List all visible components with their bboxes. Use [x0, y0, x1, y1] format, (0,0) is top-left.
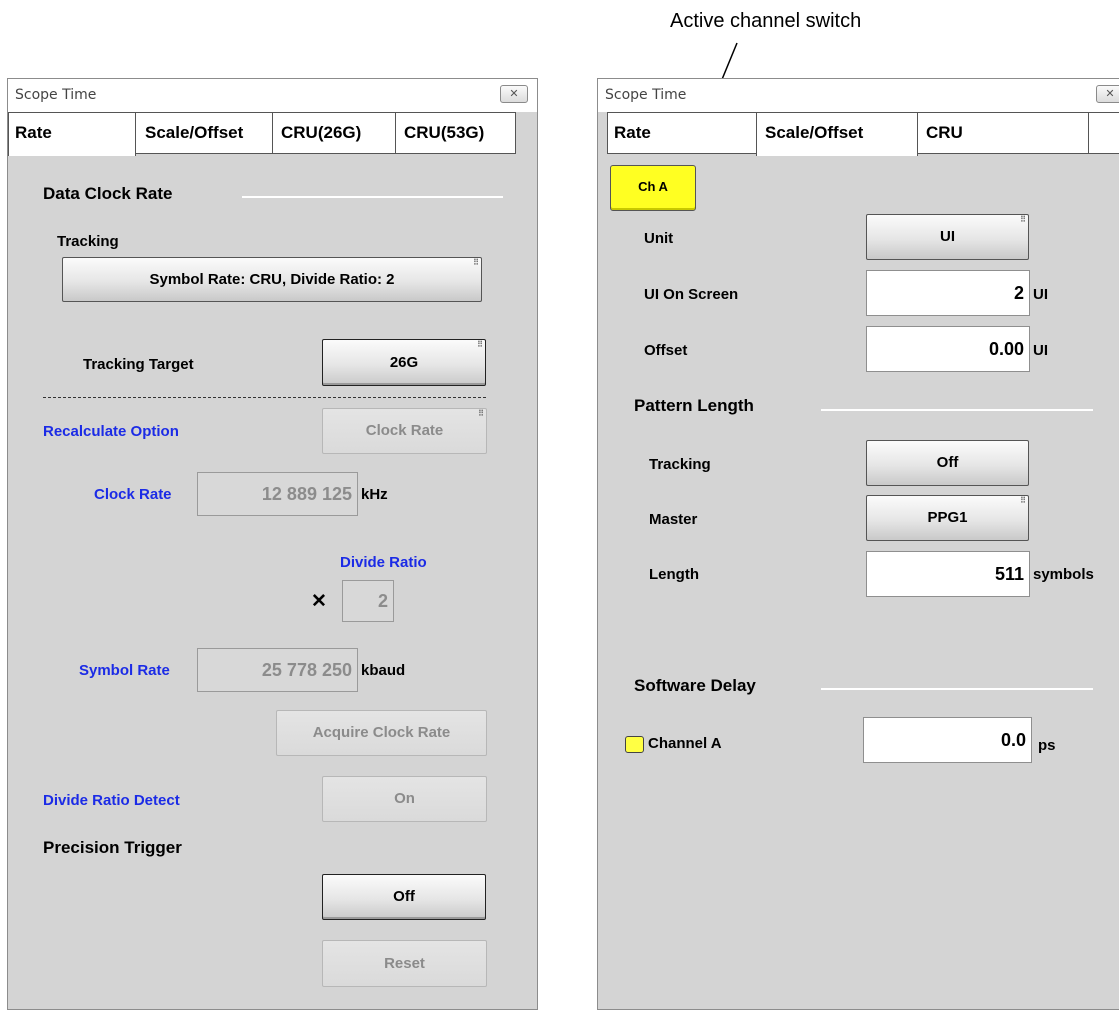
recalculate-option-label: Recalculate Option — [43, 423, 179, 440]
reset-button[interactable]: Reset — [322, 940, 487, 987]
clock-rate-unit: kHz — [361, 486, 388, 503]
clock-rate-field: 12 889 125 — [197, 472, 358, 516]
close-icon[interactable]: ✕ — [1096, 85, 1119, 103]
ui-on-screen-label: UI On Screen — [644, 286, 739, 303]
channel-a-checkbox[interactable] — [625, 736, 644, 753]
tracking-target-button[interactable]: 26G ⠿ — [322, 339, 486, 386]
pl-tracking-label: Tracking — [649, 456, 711, 473]
unit-label: Unit — [644, 230, 674, 247]
symbol-rate-field: 25 778 250 — [197, 648, 358, 692]
acquire-clock-rate-button[interactable]: Acquire Clock Rate — [276, 710, 487, 756]
master-label: Master — [649, 511, 698, 528]
length-unit: symbols — [1033, 566, 1094, 583]
tracking-target-value: 26G — [389, 354, 419, 371]
section-pattern-length: Pattern Length — [634, 396, 754, 415]
window-title: Scope Time — [15, 87, 97, 103]
section-divider — [821, 688, 1093, 690]
tracking-label: Tracking — [57, 233, 119, 250]
tracking-button[interactable]: Symbol Rate: CRU, Divide Ratio: 2 ⠿ — [62, 257, 482, 302]
channel-a-label: Channel A — [648, 735, 722, 752]
channel-a-delay-field[interactable]: 0.0 — [863, 717, 1032, 763]
recalculate-option-value: Clock Rate — [365, 422, 444, 439]
section-software-delay: Software Delay — [634, 676, 756, 695]
divide-ratio-label: Divide Ratio — [340, 554, 427, 571]
ui-on-screen-field[interactable]: 2 — [866, 270, 1030, 316]
tab-cru[interactable]: CRU — [917, 112, 1089, 154]
clock-rate-label: Clock Rate — [94, 486, 172, 503]
section-divider — [242, 196, 503, 198]
divide-ratio-detect-button[interactable]: On — [322, 776, 487, 822]
divide-ratio-field: 2 — [342, 580, 394, 622]
offset-field[interactable]: 0.00 — [866, 326, 1030, 372]
tab-scale-offset[interactable]: Scale/Offset — [135, 112, 273, 154]
tab-overflow — [1088, 112, 1119, 154]
length-label: Length — [649, 566, 699, 583]
precision-trigger-button[interactable]: Off — [322, 874, 486, 920]
offset-unit: UI — [1033, 342, 1048, 359]
tab-rate[interactable]: Rate — [8, 112, 136, 156]
pl-tracking-button[interactable]: Off — [866, 440, 1029, 486]
symbol-rate-label: Symbol Rate — [79, 662, 170, 679]
channel-a-delay-unit: ps — [1038, 737, 1056, 754]
recalculate-option-button[interactable]: Clock Rate ⠿ — [322, 408, 487, 454]
tab-scale-offset[interactable]: Scale/Offset — [756, 112, 918, 156]
master-button[interactable]: PPG1 ⠿ — [866, 495, 1029, 541]
divide-ratio-detect-label: Divide Ratio Detect — [43, 792, 180, 809]
ui-on-screen-unit: UI — [1033, 286, 1048, 303]
section-divider — [821, 409, 1093, 411]
tracking-value: Symbol Rate: CRU, Divide Ratio: 2 — [149, 271, 395, 288]
tab-cru-26g[interactable]: CRU(26G) — [272, 112, 396, 154]
scope-time-panel-rate: Scope Time ✕ Rate Scale/Offset CRU(26G) … — [7, 78, 538, 1010]
dashed-separator — [43, 397, 486, 398]
symbol-rate-unit: kbaud — [361, 662, 406, 679]
section-data-clock-rate: Data Clock Rate — [43, 184, 173, 203]
unit-button[interactable]: UI ⠿ — [866, 214, 1029, 260]
title-bar: Scope Time ✕ — [598, 79, 1119, 112]
channel-a-switch-button[interactable]: Ch A — [610, 165, 696, 211]
title-bar: Scope Time ✕ — [8, 79, 537, 112]
master-value: PPG1 — [927, 509, 968, 526]
scope-time-panel-scale-offset: Scope Time ✕ Rate Scale/Offset CRU Ch A … — [597, 78, 1119, 1010]
unit-value: UI — [940, 228, 955, 245]
tab-cru-53g[interactable]: CRU(53G) — [395, 112, 516, 154]
window-title: Scope Time — [605, 87, 687, 103]
close-icon[interactable]: ✕ — [500, 85, 528, 103]
multiply-icon: ✕ — [311, 591, 327, 612]
tab-rate[interactable]: Rate — [607, 112, 757, 154]
offset-label: Offset — [644, 342, 688, 359]
length-field[interactable]: 511 — [866, 551, 1030, 597]
tracking-target-label: Tracking Target — [83, 356, 194, 373]
section-precision-trigger: Precision Trigger — [43, 838, 182, 857]
